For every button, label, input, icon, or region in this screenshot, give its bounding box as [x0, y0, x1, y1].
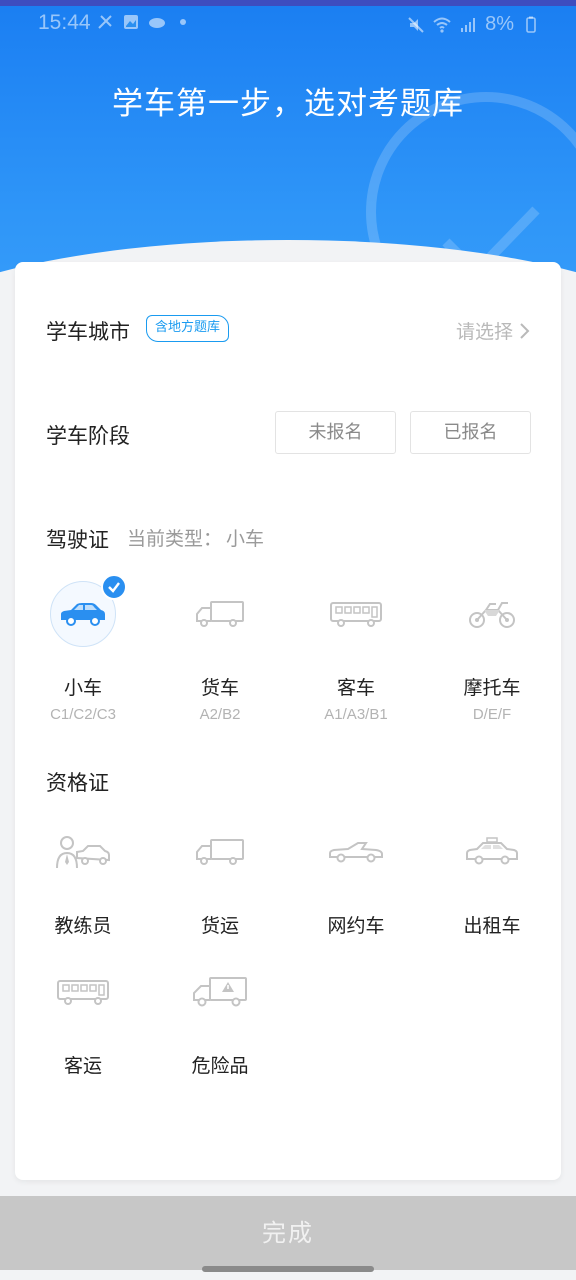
license-item-code: A2/B2	[199, 706, 241, 723]
city-label: 学车城市	[46, 320, 130, 344]
license-item-code: D/E/F	[472, 706, 512, 723]
qualification-item-name: 网约车	[327, 915, 385, 937]
car-icon	[61, 603, 105, 626]
instructor-option	[50, 819, 116, 885]
qualification-item-hazmat[interactable]: 危险品	[152, 959, 288, 1078]
passenger-bus-icon	[57, 980, 109, 1005]
qualification-item-name: 出租车	[463, 915, 521, 937]
qualification-item-name: 危险品	[191, 1055, 249, 1077]
car-option	[50, 574, 127, 647]
ride-hailing-car-icon	[329, 842, 383, 863]
license-item-car[interactable]: 小车 C1/C2/C3	[15, 574, 151, 723]
battery-level: 8%	[485, 13, 514, 35]
bus-option	[323, 581, 389, 647]
city-picker-placeholder: 请选择	[455, 321, 513, 343]
stage-option-registered[interactable]: 已报名	[410, 411, 531, 454]
stage-label: 学车阶段	[46, 424, 130, 448]
license-item-bus[interactable]: 客车 A1/A3/B1	[288, 581, 424, 723]
selected-check-icon	[101, 574, 127, 600]
cargo-truck-icon	[196, 839, 244, 865]
motorcycle-icon	[469, 602, 515, 628]
license-item-code: C1/C2/C3	[50, 706, 116, 723]
license-item-name: 摩托车	[463, 677, 521, 699]
page-title: 学车第一步，选对考题库	[112, 86, 464, 122]
home-indicator[interactable]	[202, 1266, 374, 1272]
instructor-icon	[56, 836, 110, 869]
qualification-item-cargo[interactable]: 货运	[152, 819, 288, 938]
bus-icon	[330, 602, 382, 627]
local-question-bank-tag: 含地方题库	[146, 315, 230, 342]
qualification-item-name: 客运	[63, 1055, 102, 1077]
wifi-icon	[433, 17, 451, 33]
qualification-item-taxi[interactable]: 出租车	[424, 819, 560, 938]
cargo-option	[187, 819, 253, 885]
license-item-name: 货车	[200, 677, 239, 699]
qualification-item-name: 教练员	[54, 915, 112, 937]
current-type-prefix: 当前类型：	[127, 528, 223, 550]
status-time: 15:44	[38, 11, 91, 34]
license-item-code: A1/A3/B1	[324, 706, 388, 723]
current-type-value: 小车	[226, 528, 265, 550]
current-type-text: 当前类型： 小车	[127, 524, 264, 551]
dot-icon	[180, 19, 186, 25]
settings-card: 学车城市 含地方题库 请选择 学车阶段 未报名 已报名 驾驶证 当前类型： 小车 …	[15, 262, 561, 1180]
ride-hailing-option	[323, 819, 389, 885]
passenger-option	[50, 959, 116, 1025]
license-item-name: 客车	[336, 677, 375, 699]
license-item-truck[interactable]: 货车 A2/B2	[152, 581, 288, 723]
mute-icon	[408, 16, 424, 33]
truck-option	[187, 581, 253, 647]
qualification-item-passenger[interactable]: 客运	[15, 959, 151, 1078]
qualification-item-instructor[interactable]: 教练员	[15, 819, 151, 938]
notification-icon	[98, 15, 112, 29]
hazmat-truck-icon	[193, 977, 247, 1007]
license-section-title: 驾驶证	[46, 528, 109, 552]
qualification-item-name: 货运	[200, 915, 239, 937]
status-bar: 15:44 8%	[0, 0, 576, 46]
gallery-icon	[124, 15, 138, 29]
signal-icon	[461, 17, 476, 32]
hazmat-option	[187, 959, 253, 1025]
done-button[interactable]: 完成	[0, 1196, 576, 1270]
chevron-right-icon	[520, 322, 530, 339]
app-notification-icon	[149, 18, 165, 28]
stage-option-not-registered[interactable]: 未报名	[275, 411, 396, 454]
truck-icon	[196, 601, 244, 627]
battery-icon	[526, 16, 536, 33]
motorcycle-option	[459, 581, 525, 647]
city-picker[interactable]: 请选择	[456, 317, 531, 344]
qualification-item-ride-hailing[interactable]: 网约车	[288, 819, 424, 938]
taxi-option	[459, 819, 525, 885]
license-item-motorcycle[interactable]: 摩托车 D/E/F	[424, 581, 560, 723]
qualification-section-title: 资格证	[46, 771, 109, 795]
taxi-icon	[466, 837, 518, 865]
license-item-name: 小车	[63, 677, 102, 699]
